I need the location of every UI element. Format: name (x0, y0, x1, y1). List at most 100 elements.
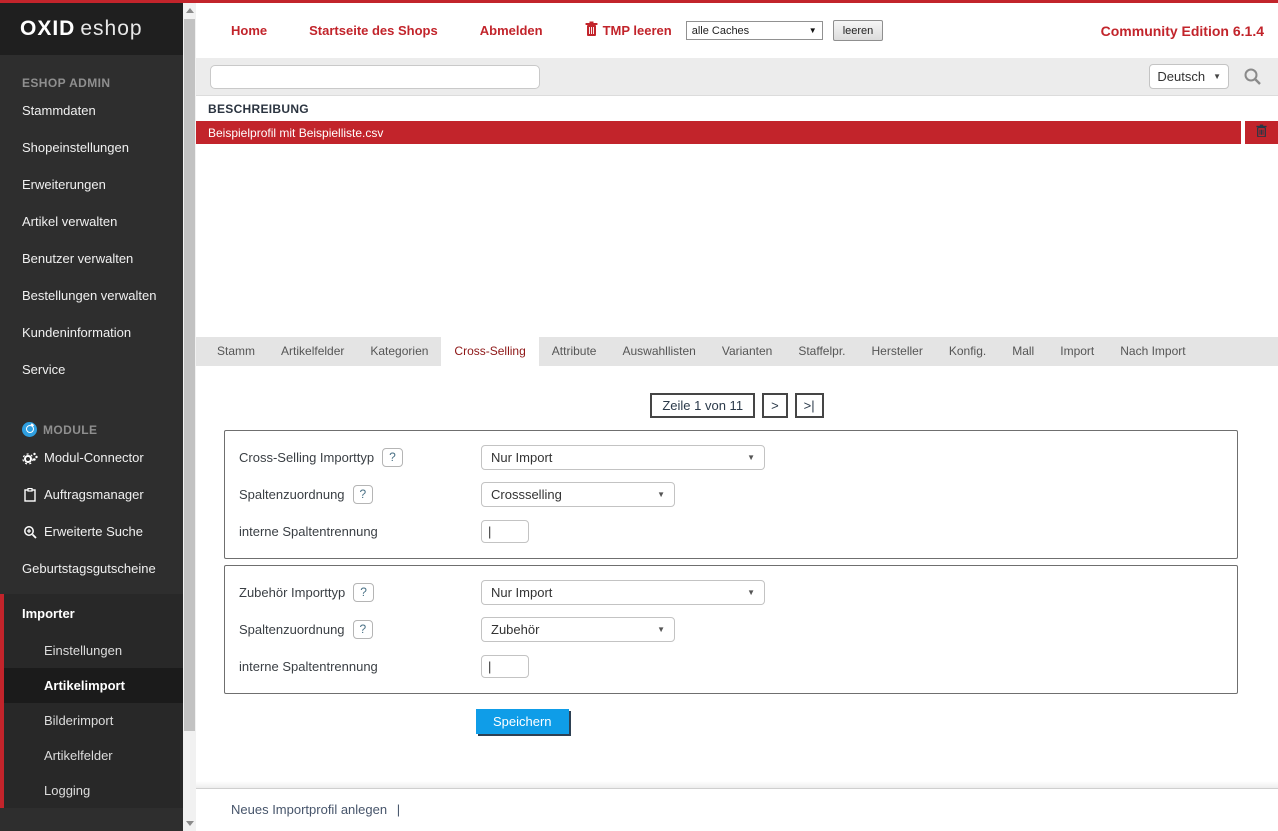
tab-stamm[interactable]: Stamm (204, 337, 268, 366)
tab-mall[interactable]: Mall (999, 337, 1047, 366)
logo-text-light: eshop (80, 17, 142, 41)
sidebar-scrollbar[interactable] (183, 3, 196, 831)
language-select-dropdown[interactable]: Deutsch ▼ (1149, 64, 1229, 89)
crossselling-settings-box: Cross-Selling Importtyp ? Nur Import ▼ S… (224, 430, 1238, 559)
tab-attribute[interactable]: Attribute (539, 337, 610, 366)
sidebar-item-artikel-verwalten[interactable]: Artikel verwalten (0, 203, 183, 240)
search-input[interactable] (210, 65, 540, 89)
tab-konfig[interactable]: Konfig. (936, 337, 999, 366)
tab-varianten[interactable]: Varianten (709, 337, 785, 366)
crossselling-spaltentrennung-input[interactable] (481, 520, 529, 543)
pagination-last-button[interactable]: >| (795, 393, 824, 418)
sidebar-item-stammdaten[interactable]: Stammdaten (0, 92, 183, 129)
sidebar-item-service[interactable]: Service (0, 351, 183, 388)
tab-import[interactable]: Import (1047, 337, 1107, 366)
pagination-status: Zeile 1 von 11 (650, 393, 755, 418)
scrollbar-thumb[interactable] (184, 19, 195, 731)
sidebar-item-benutzer-verwalten[interactable]: Benutzer verwalten (0, 240, 183, 277)
tab-nach-import[interactable]: Nach Import (1107, 337, 1198, 366)
form-row: interne Spaltentrennung (225, 513, 1237, 550)
cache-select-dropdown[interactable]: alle Caches ▼ (686, 21, 823, 40)
field-label: Spaltenzuordnung ? (239, 485, 481, 504)
form-row: Cross-Selling Importtyp ? Nur Import ▼ (225, 439, 1237, 476)
footer-separator: | (397, 802, 400, 817)
delete-profile-button[interactable] (1245, 121, 1278, 144)
dropdown-arrow-icon: ▼ (1213, 72, 1221, 81)
nav-logout-link[interactable]: Abmelden (480, 23, 543, 38)
zubehoer-spaltentrennung-input[interactable] (481, 655, 529, 678)
tmp-clear-label: TMP leeren (603, 23, 672, 38)
tab-kategorien[interactable]: Kategorien (357, 337, 441, 366)
field-label: interne Spaltentrennung (239, 659, 481, 674)
logo-text-bold: OXID (20, 17, 75, 41)
sidebar-subitem-bilderimport[interactable]: Bilderimport (4, 703, 183, 738)
sidebar-item-modul-connector[interactable]: Modul-Connector (0, 439, 183, 476)
tab-staffelpr[interactable]: Staffelpr. (785, 337, 858, 366)
list-column-header: BESCHREIBUNG (196, 95, 1278, 121)
sidebar-item-erweiterte-suche[interactable]: Erweiterte Suche (0, 513, 183, 550)
sidebar-item-bestellungen-verwalten[interactable]: Bestellungen verwalten (0, 277, 183, 314)
sidebar-item-erweiterungen[interactable]: Erweiterungen (0, 166, 183, 203)
tab-cross-selling[interactable]: Cross-Selling (441, 337, 538, 366)
dropdown-arrow-icon: ▼ (747, 453, 755, 462)
content-spacer (196, 144, 1278, 337)
nav-shop-start-link[interactable]: Startseite des Shops (309, 23, 438, 38)
tab-hersteller[interactable]: Hersteller (859, 337, 936, 366)
nav-home-link[interactable]: Home (231, 23, 267, 38)
new-import-profile-link[interactable]: Neues Importprofil anlegen (231, 802, 387, 817)
footer-shadow (196, 781, 1278, 788)
sidebar-item-importer[interactable]: Importer (4, 594, 183, 633)
crossselling-importtyp-select[interactable]: Nur Import ▼ (481, 445, 765, 470)
trash-icon (585, 21, 598, 41)
profile-row-selected: Beispielprofil mit Beispielliste.csv (196, 121, 1278, 144)
sidebar-subitem-einstellungen[interactable]: Einstellungen (4, 633, 183, 668)
sidebar: OXID eshop ESHOP ADMIN Stammdaten Shopei… (0, 3, 183, 831)
dropdown-arrow-icon: ▼ (747, 588, 755, 597)
zubehoer-importtyp-select[interactable]: Nur Import ▼ (481, 580, 765, 605)
sidebar-item-geburtstagsgutscheine[interactable]: Geburtstagsgutscheine (0, 550, 183, 587)
main-content: Home Startseite des Shops Abmelden TMP l… (196, 3, 1278, 831)
oxid-eshop-logo: OXID eshop (0, 3, 183, 55)
cache-clear-button[interactable]: leeren (833, 20, 884, 41)
save-button[interactable]: Speichern (476, 709, 569, 734)
sidebar-subitem-artikelfelder[interactable]: Artikelfelder (4, 738, 183, 773)
form-row: Spaltenzuordnung ? Zubehör ▼ (225, 611, 1237, 648)
search-plus-icon (22, 525, 38, 539)
field-label: Cross-Selling Importtyp ? (239, 448, 481, 467)
dropdown-arrow-icon: ▼ (657, 490, 665, 499)
help-button[interactable]: ? (382, 448, 403, 467)
scroll-up-arrow-icon[interactable] (186, 8, 194, 13)
dropdown-arrow-icon: ▼ (809, 26, 817, 35)
edition-label: Community Edition 6.1.4 (1101, 23, 1264, 39)
help-button[interactable]: ? (353, 485, 374, 504)
sidebar-section-eshop-admin: ESHOP ADMIN (0, 55, 183, 92)
module-icon (22, 422, 37, 437)
tab-auswahllisten[interactable]: Auswahllisten (609, 337, 708, 366)
importer-group: Importer Einstellungen Artikelimport Bil… (0, 594, 183, 808)
field-label: interne Spaltentrennung (239, 524, 481, 539)
gears-icon (22, 451, 38, 465)
sidebar-subitem-logging[interactable]: Logging (4, 773, 183, 808)
sidebar-item-auftragsmanager[interactable]: Auftragsmanager (0, 476, 183, 513)
tab-artikelfelder[interactable]: Artikelfelder (268, 337, 357, 366)
field-label: Zubehör Importtyp ? (239, 583, 481, 602)
tmp-clear-link[interactable]: TMP leeren (585, 21, 672, 41)
scroll-down-arrow-icon[interactable] (186, 821, 194, 826)
sidebar-item-kundeninformation[interactable]: Kundeninformation (0, 314, 183, 351)
footer: Neues Importprofil anlegen | (196, 781, 1278, 831)
form-row: Spaltenzuordnung ? Crossselling ▼ (225, 476, 1237, 513)
sidebar-item-shopeinstellungen[interactable]: Shopeinstellungen (0, 129, 183, 166)
help-button[interactable]: ? (353, 620, 374, 639)
profile-row-label[interactable]: Beispielprofil mit Beispielliste.csv (196, 121, 1241, 144)
pagination-next-button[interactable]: > (762, 393, 788, 418)
zubehoer-settings-box: Zubehör Importtyp ? Nur Import ▼ Spalten… (224, 565, 1238, 694)
sidebar-section-module: MODULE (0, 401, 183, 439)
field-label: Spaltenzuordnung ? (239, 620, 481, 639)
help-button[interactable]: ? (353, 583, 374, 602)
sidebar-subitem-artikelimport[interactable]: Artikelimport (4, 668, 183, 703)
crossselling-spaltenzuordnung-select[interactable]: Crossselling ▼ (481, 482, 675, 507)
search-bar: Deutsch ▼ (196, 58, 1278, 95)
zubehoer-spaltenzuordnung-select[interactable]: Zubehör ▼ (481, 617, 675, 642)
header-bar: Home Startseite des Shops Abmelden TMP l… (196, 3, 1278, 58)
search-icon[interactable] (1243, 67, 1262, 86)
